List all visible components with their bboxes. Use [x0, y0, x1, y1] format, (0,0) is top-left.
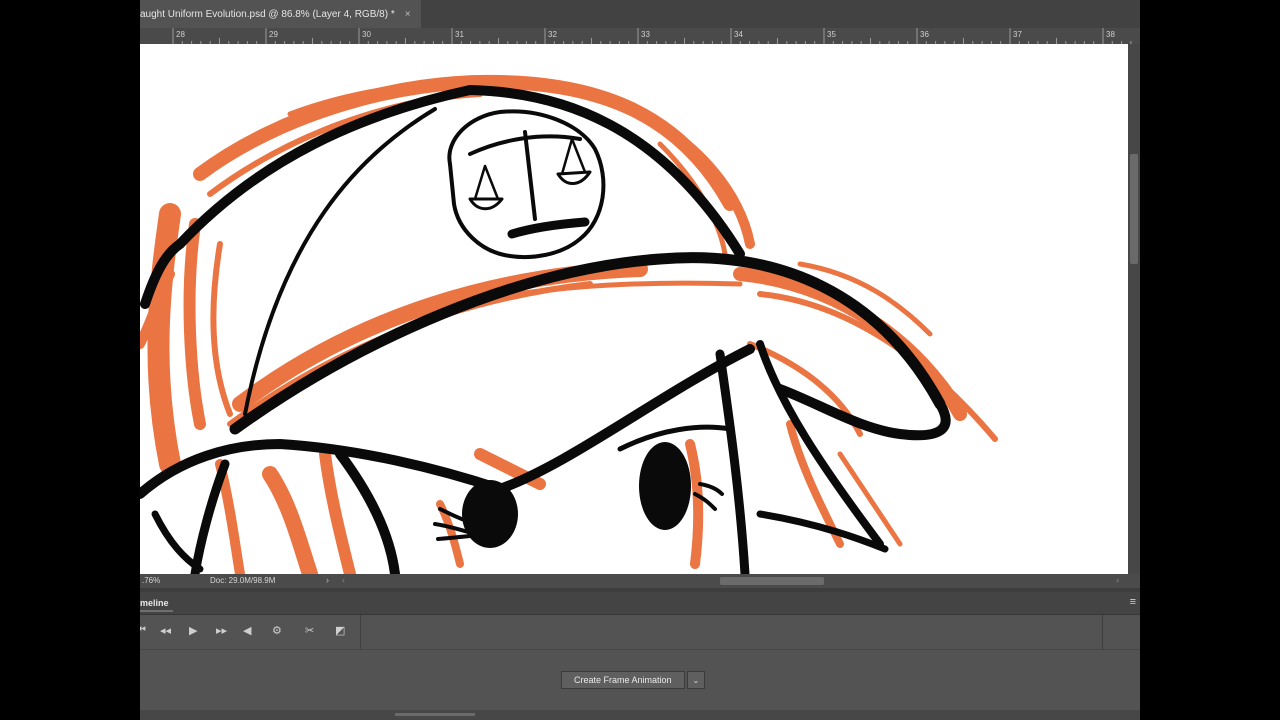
ruler-label: 36 — [920, 30, 929, 39]
document-size: Doc: 29.0M/98.9M — [210, 576, 276, 585]
first-frame-icon[interactable]: ⏮ — [140, 624, 146, 637]
audio-icon[interactable]: ◀ — [243, 624, 251, 637]
status-bar: .76% Doc: 29.0M/98.9M › ‹ › — [140, 574, 1140, 588]
zoom-level[interactable]: .76% — [142, 576, 160, 585]
timeline-controls: ⏮ ◂◂ ▶ ▸▸ ◀ ⚙ ✂ ◩ — [140, 615, 1140, 650]
ruler-label: 34 — [734, 30, 743, 39]
controls-divider — [1102, 615, 1103, 649]
status-menu-arrow-icon[interactable]: › — [326, 575, 329, 585]
ruler-label: 28 — [176, 30, 185, 39]
screen-border-right — [1140, 0, 1280, 720]
settings-icon[interactable]: ⚙ — [272, 624, 282, 637]
ruler-label: 38 — [1106, 30, 1115, 39]
ruler-ticks — [172, 28, 1132, 44]
previous-frame-icon[interactable]: ◂◂ — [160, 624, 171, 637]
document-tab-bar: aught Uniform Evolution.psd @ 86.8% (Lay… — [140, 0, 1140, 28]
controls-divider — [360, 615, 361, 649]
transition-icon[interactable]: ◩ — [335, 624, 345, 637]
timeline-tab[interactable]: meline — [140, 598, 173, 612]
ruler-label: 30 — [362, 30, 371, 39]
timeline-footer — [140, 710, 1140, 720]
ruler-label: 31 — [455, 30, 464, 39]
chevron-down-icon[interactable]: ⌄ — [686, 671, 706, 689]
document-tab[interactable]: aught Uniform Evolution.psd @ 86.8% (Lay… — [140, 0, 421, 28]
vertical-scrollbar[interactable] — [1128, 44, 1140, 574]
ruler-label: 37 — [1013, 30, 1022, 39]
drawing-canvas[interactable] — [140, 44, 1128, 574]
create-frame-animation-button[interactable]: Create Frame Animation ⌄ — [561, 671, 706, 689]
scales-of-justice-badge-icon — [447, 109, 606, 260]
horizontal-ruler: 28 29 30 31 32 33 34 35 36 37 38 — [140, 28, 1140, 45]
create-frame-animation-label[interactable]: Create Frame Animation — [561, 671, 685, 689]
document-tab-title: aught Uniform Evolution.psd @ 86.8% (Lay… — [140, 8, 395, 20]
scroll-left-arrow-icon[interactable]: ‹ — [342, 575, 345, 585]
split-at-playhead-icon[interactable]: ✂ — [305, 624, 314, 637]
character-sketch — [140, 74, 998, 574]
ruler-label: 32 — [548, 30, 557, 39]
timeline-panel-header: meline ≡ — [140, 592, 1140, 615]
panel-menu-icon[interactable]: ≡ — [1130, 596, 1136, 608]
horizontal-scrollbar-thumb[interactable] — [720, 577, 824, 585]
screen-border-left — [0, 0, 140, 720]
ruler-label: 35 — [827, 30, 836, 39]
photoshop-window: aught Uniform Evolution.psd @ 86.8% (Lay… — [140, 0, 1140, 720]
ruler-label: 33 — [641, 30, 650, 39]
close-icon[interactable]: × — [405, 9, 411, 20]
vertical-scrollbar-thumb[interactable] — [1130, 154, 1138, 264]
ruler-label: 29 — [269, 30, 278, 39]
zoom-slider[interactable] — [395, 713, 475, 716]
play-icon[interactable]: ▶ — [189, 624, 197, 637]
scroll-right-arrow-icon[interactable]: › — [1116, 575, 1119, 585]
next-frame-icon[interactable]: ▸▸ — [216, 624, 227, 637]
